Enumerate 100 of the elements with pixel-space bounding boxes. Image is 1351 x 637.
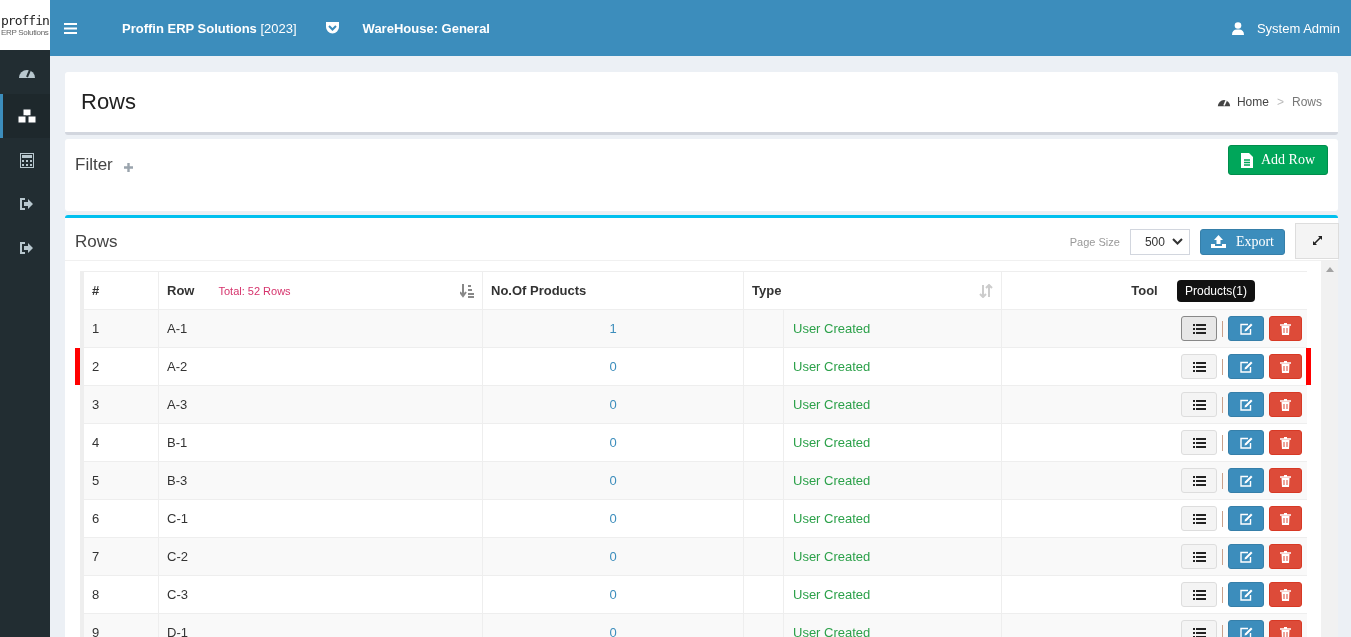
edit-button[interactable] xyxy=(1228,544,1264,569)
delete-button[interactable] xyxy=(1269,506,1302,531)
table-cell: 5 xyxy=(92,473,100,488)
table-cell: B-1 xyxy=(167,435,188,450)
table-cell: C-3 xyxy=(167,587,188,602)
list-icon xyxy=(1192,323,1206,334)
table-cell: 6 xyxy=(92,511,100,526)
trash-icon xyxy=(1280,512,1291,525)
sort-icon[interactable] xyxy=(460,283,474,298)
delete-button[interactable] xyxy=(1269,392,1302,417)
trash-icon xyxy=(1280,322,1291,335)
trash-icon xyxy=(1280,360,1291,373)
list-icon xyxy=(1192,551,1206,562)
trash-icon xyxy=(1280,474,1291,487)
list-title: Rows xyxy=(75,231,118,252)
delete-button[interactable] xyxy=(1269,544,1302,569)
product-count-link[interactable]: 0 xyxy=(609,435,617,450)
scrollbar[interactable] xyxy=(1321,261,1338,637)
table-cell: User Created xyxy=(793,625,871,637)
delete-button[interactable] xyxy=(1269,430,1302,455)
table-cell: D-1 xyxy=(167,625,188,637)
product-count-link[interactable]: 0 xyxy=(609,625,617,637)
table-cell: 9 xyxy=(92,625,100,637)
row-marker xyxy=(1306,348,1311,385)
sidebar-item[interactable] xyxy=(0,94,50,138)
breadcrumb-link[interactable]: Rows xyxy=(1292,95,1322,109)
user-name[interactable]: System Admin xyxy=(1256,20,1340,36)
edit-icon xyxy=(1239,322,1253,335)
breadcrumb-link[interactable]: Home xyxy=(1236,95,1269,109)
tooltip: Products(1) xyxy=(1176,280,1255,302)
table-cell: 7 xyxy=(92,549,100,564)
delete-button[interactable] xyxy=(1269,354,1302,379)
trash-icon xyxy=(1280,626,1291,637)
edit-icon xyxy=(1239,474,1253,487)
delete-button[interactable] xyxy=(1269,468,1302,493)
table-cell: A-1 xyxy=(167,321,188,336)
product-count-link[interactable]: 0 xyxy=(609,473,617,488)
product-count-link[interactable]: 0 xyxy=(609,587,617,602)
delete-button[interactable] xyxy=(1269,316,1302,341)
table-cell: User Created xyxy=(793,473,871,488)
table-cell: User Created xyxy=(793,321,871,336)
edit-icon xyxy=(1239,588,1253,601)
edit-button[interactable] xyxy=(1228,316,1264,341)
user-icon xyxy=(1231,21,1244,35)
edit-button[interactable] xyxy=(1228,430,1264,455)
page-size-select[interactable]: 500 xyxy=(1129,228,1190,255)
warehouse-label[interactable]: WareHouse: General xyxy=(362,20,490,36)
product-count-link[interactable]: 0 xyxy=(609,511,617,526)
menu-icon[interactable] xyxy=(64,22,77,34)
list-icon xyxy=(1192,627,1206,637)
page-size-label: Page Size xyxy=(1069,235,1120,248)
upload-icon xyxy=(1210,235,1226,248)
edit-button[interactable] xyxy=(1228,392,1264,417)
plus-icon[interactable] xyxy=(122,162,134,173)
edit-icon xyxy=(1239,550,1253,563)
add-row-button[interactable]: Add Row xyxy=(1227,145,1328,175)
column-header[interactable]: Row xyxy=(167,283,195,298)
calculator-icon xyxy=(19,152,34,168)
edit-button[interactable] xyxy=(1228,468,1264,493)
column-header: # xyxy=(92,283,100,298)
table-cell: User Created xyxy=(793,549,871,564)
trash-icon xyxy=(1280,588,1291,601)
export-button[interactable]: Export xyxy=(1199,228,1285,255)
list-icon xyxy=(1192,513,1206,524)
column-header[interactable]: Type xyxy=(752,283,782,298)
list-icon xyxy=(1192,589,1206,600)
edit-icon xyxy=(1239,360,1253,373)
table-cell: C-2 xyxy=(167,549,188,564)
expand-icon xyxy=(1311,235,1323,246)
logo: proffin ERP Solutions xyxy=(0,0,50,50)
document-icon xyxy=(1240,152,1253,168)
table-cell: 4 xyxy=(92,435,100,450)
app-name: Proffin ERP Solutions [2023] xyxy=(122,20,297,36)
table-cell: User Created xyxy=(793,435,871,450)
list-icon xyxy=(1192,437,1206,448)
edit-icon xyxy=(1239,436,1253,449)
table-cell: 8 xyxy=(92,587,100,602)
dropdown-icon[interactable] xyxy=(324,21,340,35)
trash-icon xyxy=(1280,436,1291,449)
delete-button[interactable] xyxy=(1269,582,1302,607)
product-count-link[interactable]: 0 xyxy=(609,397,617,412)
table-cell: A-2 xyxy=(167,359,188,374)
table-cell: 3 xyxy=(92,397,100,412)
dashboard-icon xyxy=(1216,97,1231,107)
edit-button[interactable] xyxy=(1228,582,1264,607)
filter-title: Filter xyxy=(75,155,113,175)
table-cell: 2 xyxy=(92,359,100,374)
total-count: Total: 52 Rows xyxy=(218,284,291,297)
product-count-link[interactable]: 0 xyxy=(609,549,617,564)
product-count-link[interactable]: 0 xyxy=(609,359,617,374)
page-title: Rows xyxy=(81,89,137,115)
trash-icon xyxy=(1280,550,1291,563)
list-icon xyxy=(1192,475,1206,486)
table-cell: B-3 xyxy=(167,473,188,488)
edit-button[interactable] xyxy=(1228,506,1264,531)
table-cell: C-1 xyxy=(167,511,188,526)
list-button[interactable] xyxy=(1181,316,1217,341)
product-count-link[interactable]: 1 xyxy=(609,321,617,336)
table-cell: 1 xyxy=(92,321,100,336)
edit-button[interactable] xyxy=(1228,354,1264,379)
